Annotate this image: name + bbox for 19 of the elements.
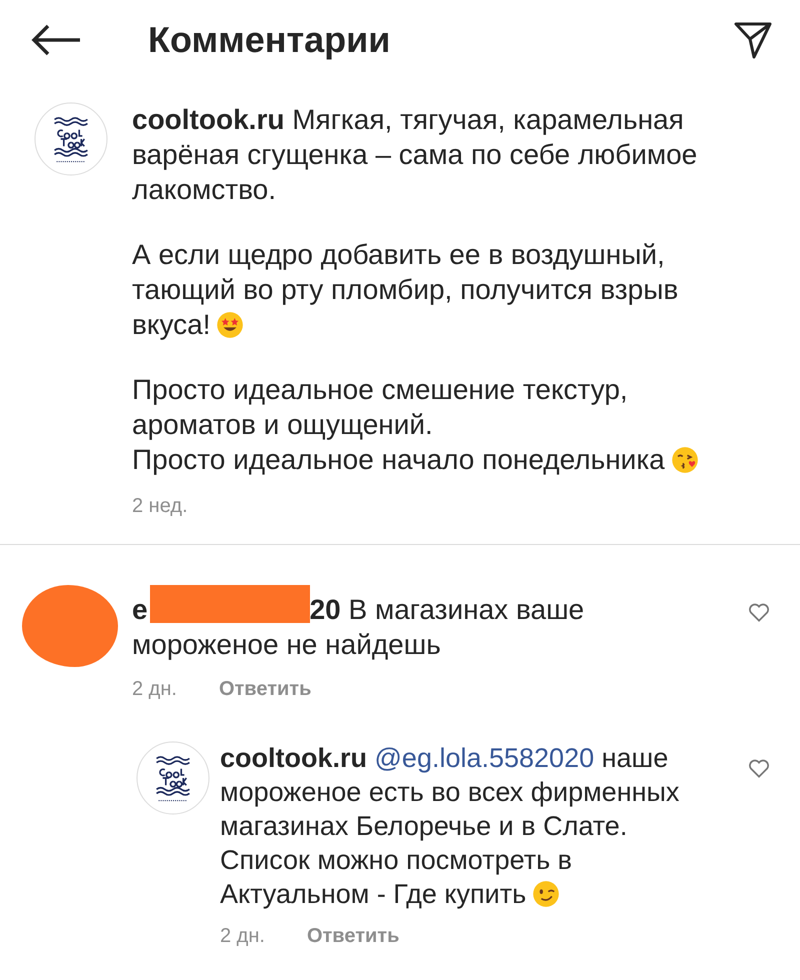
caption-text: Просто идеальное смешение текстур, ароматов и ощущений. Просто идеальное начало понедельника bbox=[132, 372, 712, 477]
wink-emoji-icon bbox=[532, 880, 560, 908]
back-arrow-icon[interactable] bbox=[30, 23, 82, 57]
star-eyes-emoji-icon bbox=[216, 311, 244, 339]
timestamp: 2 дн. bbox=[132, 678, 177, 701]
send-icon[interactable] bbox=[734, 21, 772, 59]
brand-logo-icon[interactable] bbox=[34, 102, 108, 176]
reply-link[interactable]: Ответить bbox=[306, 925, 400, 948]
page-title: Комментарии bbox=[148, 19, 392, 61]
timestamp: 2 нед. bbox=[132, 495, 188, 518]
mention-link[interactable]: @eg.lola.5582020 bbox=[374, 743, 594, 773]
brand-logo-icon[interactable] bbox=[136, 741, 210, 815]
comment-text: e 20 В магазинах ваше мороженое не найдешь bbox=[132, 585, 632, 662]
kiss-emoji-icon bbox=[670, 446, 699, 474]
timestamp: 2 дн. bbox=[220, 925, 265, 948]
caption-text: А если щедро добавить ее в воздушный, тающий во рту пломбир, получится взрыв вкуса! bbox=[132, 238, 680, 342]
caption-text: cooltook.ru Мягкая, тягучая, карамельная варёная сгущенка – сама по себе любимое лакомство. bbox=[132, 103, 698, 207]
reply-link[interactable]: Ответить bbox=[218, 678, 312, 701]
reply-text: cooltook.ru @eg.lola.5582020 наше мороженое есть во всех фирменных магазинах Белоречье и в Слате. Список можно посмотреть в Актуальном - Где купить bbox=[220, 742, 680, 911]
